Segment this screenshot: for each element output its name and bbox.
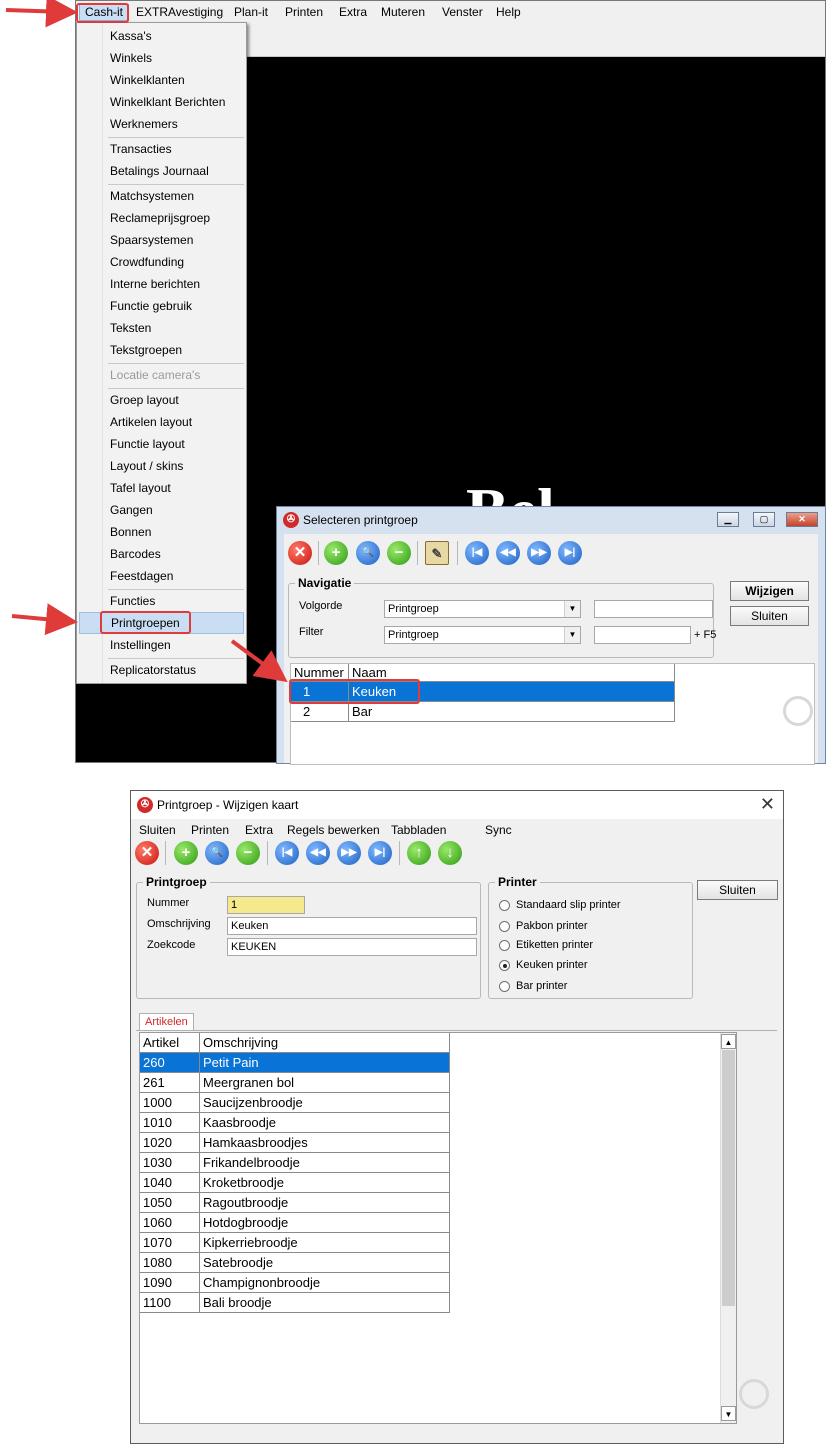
table-cell-omschrijving[interactable]: Petit Pain bbox=[200, 1053, 450, 1073]
menu-extra[interactable]: Extra bbox=[245, 821, 273, 839]
table-cell-artikel[interactable]: 1090 bbox=[140, 1273, 200, 1293]
edit-printgroep-window: ✇ Printgroep - Wijzigen kaart ✕ Sluiten … bbox=[130, 790, 784, 1444]
table-cell-omschrijving[interactable]: Hamkaasbroodjes bbox=[200, 1133, 450, 1153]
nummer-input[interactable]: 1 bbox=[227, 896, 305, 914]
toolbar-separator bbox=[165, 841, 166, 865]
table-cell-omschrijving[interactable]: Hotdogbroodje bbox=[200, 1213, 450, 1233]
search-icon[interactable]: 🔍 bbox=[205, 841, 229, 865]
tab-artikelen[interactable]: Artikelen bbox=[139, 1013, 194, 1030]
omschrijving-input[interactable]: Keuken bbox=[227, 917, 477, 935]
tab-divider bbox=[136, 1030, 777, 1031]
nummer-label: Nummer bbox=[147, 897, 190, 909]
add-icon[interactable]: + bbox=[174, 841, 198, 865]
radio-label: Pakbon printer bbox=[516, 920, 588, 932]
radio-etiketten-printer[interactable]: Etiketten printer bbox=[499, 939, 593, 951]
next-record-icon[interactable]: ▶▶ bbox=[337, 841, 361, 865]
table-cell-artikel[interactable]: 1100 bbox=[140, 1293, 200, 1313]
table-cell-artikel[interactable]: 260 bbox=[140, 1053, 200, 1073]
toolbar-separator bbox=[267, 841, 268, 865]
arrow-to-cash-it bbox=[5, 0, 78, 28]
remove-icon[interactable]: − bbox=[236, 841, 260, 865]
printgroep-group: Printgroep Nummer 1 Omschrijving Keuken … bbox=[136, 875, 481, 999]
group-label: Printgroep bbox=[143, 875, 210, 889]
arrow-up-icon[interactable]: ↑ bbox=[407, 841, 431, 865]
table-cell-artikel[interactable]: 1050 bbox=[140, 1193, 200, 1213]
menu-sluiten[interactable]: Sluiten bbox=[139, 821, 176, 839]
radio-standaard-slip-printer[interactable]: Standaard slip printer bbox=[499, 899, 621, 911]
table-cell-omschrijving[interactable]: Kaasbroodje bbox=[200, 1113, 450, 1133]
radio-icon bbox=[499, 921, 510, 932]
radio-keuken-printer[interactable]: Keuken printer bbox=[499, 959, 588, 971]
radio-icon bbox=[499, 940, 510, 951]
table-cell-omschrijving[interactable]: Saucijzenbroodje bbox=[200, 1093, 450, 1113]
table-cell-omschrijving[interactable]: Bali broodje bbox=[200, 1293, 450, 1313]
menu-tabbladen[interactable]: Tabbladen bbox=[391, 821, 446, 839]
menu-printen[interactable]: Printen bbox=[191, 821, 229, 839]
table-cell-omschrijving[interactable]: Meergranen bol bbox=[200, 1073, 450, 1093]
group-label: Printer bbox=[495, 875, 540, 889]
table-cell-omschrijving[interactable]: Kipkerriebroodje bbox=[200, 1233, 450, 1253]
close-icon[interactable]: ✕ bbox=[760, 794, 775, 815]
radio-label: Keuken printer bbox=[516, 959, 588, 971]
table-cell-omschrijving[interactable]: Champignonbroodje bbox=[200, 1273, 450, 1293]
radio-label: Etiketten printer bbox=[516, 939, 594, 951]
table-cell-omschrijving[interactable]: Kroketbroodje bbox=[200, 1173, 450, 1193]
table-cell-artikel[interactable]: 261 bbox=[140, 1073, 200, 1093]
radio-bar-printer[interactable]: Bar printer bbox=[499, 980, 567, 992]
table-cell-artikel[interactable]: 1010 bbox=[140, 1113, 200, 1133]
previous-record-icon[interactable]: ◀◀ bbox=[306, 841, 330, 865]
zoekcode-label: Zoekcode bbox=[147, 939, 196, 951]
table-cell-artikel[interactable]: 1030 bbox=[140, 1153, 200, 1173]
table-cell-artikel[interactable]: 1020 bbox=[140, 1133, 200, 1153]
toolbar-separator bbox=[399, 841, 400, 865]
table-cell-artikel[interactable]: 1040 bbox=[140, 1173, 200, 1193]
scroll-up-icon[interactable]: ▲ bbox=[721, 1034, 736, 1049]
table-cell-artikel[interactable]: 1070 bbox=[140, 1233, 200, 1253]
menu-regels-bewerken[interactable]: Regels bewerken bbox=[287, 821, 380, 839]
radio-icon bbox=[499, 981, 510, 992]
title-bar: ✇ Printgroep - Wijzigen kaart ✕ bbox=[131, 791, 783, 819]
radio-pakbon-printer[interactable]: Pakbon printer bbox=[499, 920, 588, 932]
last-record-icon[interactable]: ▶| bbox=[368, 841, 392, 865]
column-header-artikel[interactable]: Artikel bbox=[140, 1033, 200, 1053]
radio-label: Standaard slip printer bbox=[516, 899, 621, 911]
arrow-annotations bbox=[5, 0, 288, 683]
omschrijving-label: Omschrijving bbox=[147, 918, 211, 930]
cancel-icon[interactable]: ✕ bbox=[135, 841, 159, 865]
radio-selected-icon bbox=[499, 960, 510, 971]
vertical-scrollbar[interactable]: ▲ ▼ bbox=[720, 1033, 736, 1423]
column-header-omschrijving[interactable]: Omschrijving bbox=[200, 1033, 450, 1053]
cash-it-logo-icon: ✇ bbox=[137, 797, 153, 813]
arrow-down-icon[interactable]: ↓ bbox=[438, 841, 462, 865]
table-cell-omschrijving[interactable]: Ragoutbroodje bbox=[200, 1193, 450, 1213]
scrollbar-thumb[interactable] bbox=[722, 1050, 735, 1306]
radio-label: Bar printer bbox=[516, 980, 568, 992]
arrow-to-keuken bbox=[230, 639, 288, 683]
first-record-icon[interactable]: |◀ bbox=[275, 841, 299, 865]
menu-sync[interactable]: Sync bbox=[485, 821, 512, 839]
printer-group: Printer Standaard slip printer Pakbon pr… bbox=[488, 875, 693, 999]
table-cell-omschrijving[interactable]: Frikandelbroodje bbox=[200, 1153, 450, 1173]
sluiten-button[interactable]: Sluiten bbox=[697, 880, 778, 900]
arrow-to-printgroepen bbox=[11, 603, 78, 636]
table-cell-omschrijving[interactable]: Satebroodje bbox=[200, 1253, 450, 1273]
window-title: Printgroep - Wijzigen kaart bbox=[157, 798, 299, 812]
table-cell-artikel[interactable]: 1000 bbox=[140, 1093, 200, 1113]
zoekcode-input[interactable]: KEUKEN bbox=[227, 938, 477, 956]
scroll-down-icon[interactable]: ▼ bbox=[721, 1406, 736, 1421]
table-cell-artikel[interactable]: 1060 bbox=[140, 1213, 200, 1233]
artikelen-grid: Artikel Omschrijving 260 Petit Pain 261 … bbox=[139, 1032, 737, 1424]
table-cell-artikel[interactable]: 1080 bbox=[140, 1253, 200, 1273]
watermark-logo-icon bbox=[739, 1379, 769, 1409]
radio-icon bbox=[499, 900, 510, 911]
